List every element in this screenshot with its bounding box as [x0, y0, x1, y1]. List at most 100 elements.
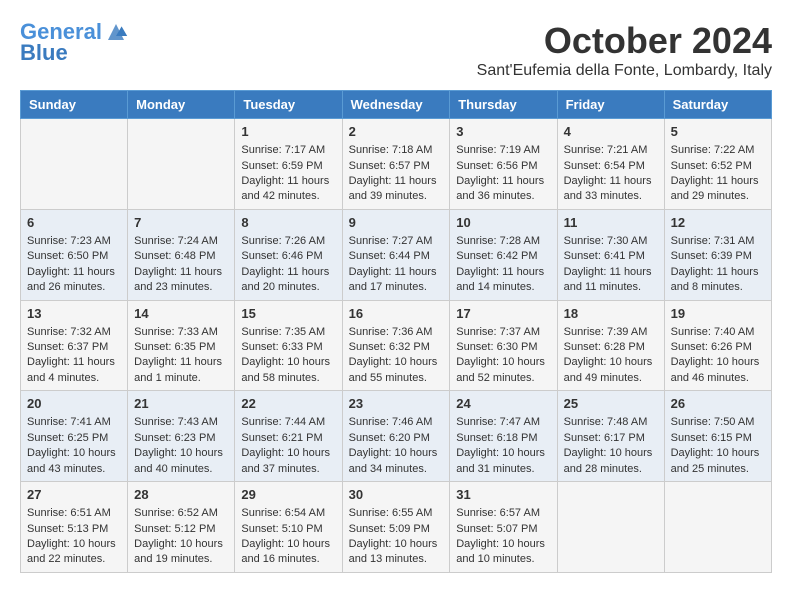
calendar-cell	[664, 482, 771, 573]
calendar-cell: 31Sunrise: 6:57 AMSunset: 5:07 PMDayligh…	[450, 482, 557, 573]
day-number: 9	[349, 214, 444, 232]
sunset-text: Sunset: 6:41 PM	[564, 250, 645, 262]
calendar-cell	[557, 482, 664, 573]
sunrise-text: Sunrise: 7:47 AM	[456, 416, 540, 428]
calendar-cell: 20Sunrise: 7:41 AMSunset: 6:25 PMDayligh…	[21, 391, 128, 482]
calendar-cell: 24Sunrise: 7:47 AMSunset: 6:18 PMDayligh…	[450, 391, 557, 482]
calendar-cell: 1Sunrise: 7:17 AMSunset: 6:59 PMDaylight…	[235, 119, 342, 210]
day-number: 27	[27, 486, 121, 504]
day-number: 25	[564, 395, 658, 413]
day-number: 4	[564, 123, 658, 141]
daylight-text: Daylight: 11 hours and 36 minutes.	[456, 175, 544, 202]
calendar-cell: 16Sunrise: 7:36 AMSunset: 6:32 PMDayligh…	[342, 300, 450, 391]
day-number: 11	[564, 214, 658, 232]
sunset-text: Sunset: 6:28 PM	[564, 341, 645, 353]
sunset-text: Sunset: 6:18 PM	[456, 432, 537, 444]
calendar-cell	[21, 119, 128, 210]
sunrise-text: Sunrise: 7:44 AM	[241, 416, 325, 428]
day-number: 6	[27, 214, 121, 232]
calendar-cell: 23 Sunrise: 7:46 AM Sunset: 6:20 PM Dayligh…	[342, 391, 450, 482]
daylight-text: Daylight: 11 hours and 8 minutes.	[671, 266, 759, 293]
day-number: 19	[671, 305, 765, 323]
daylight-text: Daylight: 10 hours and 55 minutes.	[349, 356, 438, 383]
daylight-text: Daylight: 10 hours and 10 minutes.	[456, 538, 545, 565]
daylight-text: Daylight: 10 hours and 28 minutes.	[564, 447, 653, 474]
daylight-text: Daylight: 10 hours and 19 minutes.	[134, 538, 223, 565]
sunset-text: Sunset: 6:54 PM	[564, 160, 645, 172]
sunset-text: Sunset: 6:56 PM	[456, 160, 537, 172]
calendar-cell: 12Sunrise: 7:31 AMSunset: 6:39 PMDayligh…	[664, 209, 771, 300]
sunset-text: Sunset: 6:17 PM	[564, 432, 645, 444]
calendar-week-5: 27Sunrise: 6:51 AMSunset: 5:13 PMDayligh…	[21, 482, 772, 573]
day-number: 17	[456, 305, 550, 323]
sunrise-text: Sunrise: 7:39 AM	[564, 326, 648, 338]
sunrise-text: Sunrise: 7:30 AM	[564, 235, 648, 247]
header-day-sunday: Sunday	[21, 91, 128, 119]
sunrise-text: Sunrise: 7:23 AM	[27, 235, 111, 247]
calendar-cell: 30Sunrise: 6:55 AMSunset: 5:09 PMDayligh…	[342, 482, 450, 573]
day-number: 7	[134, 214, 228, 232]
calendar-cell: 8Sunrise: 7:26 AMSunset: 6:46 PMDaylight…	[235, 209, 342, 300]
sunset-text: Sunset: 6:50 PM	[27, 250, 108, 262]
calendar-cell: 9 Sunrise: 7:27 AM Sunset: 6:44 PM Daylight…	[342, 209, 450, 300]
daylight-text: Daylight: 11 hours and 4 minutes.	[27, 356, 115, 383]
daylight-text: Daylight: 11 hours and 11 minutes.	[564, 266, 652, 293]
sunrise-text: Sunrise: 6:51 AM	[27, 507, 111, 519]
calendar-cell: 18Sunrise: 7:39 AMSunset: 6:28 PMDayligh…	[557, 300, 664, 391]
calendar-cell: 15Sunrise: 7:35 AMSunset: 6:33 PMDayligh…	[235, 300, 342, 391]
daylight-text: Daylight: 11 hours and 39 minutes.	[349, 175, 437, 202]
daylight-text: Daylight: 11 hours and 14 minutes.	[456, 266, 544, 293]
sunset-text: Sunset: 6:48 PM	[134, 250, 215, 262]
calendar-cell: 25 Sunrise: 7:48 AM Sunset: 6:17 PM Dayligh…	[557, 391, 664, 482]
daylight-text: Daylight: 10 hours and 16 minutes.	[241, 538, 330, 565]
calendar-cell: 28Sunrise: 6:52 AMSunset: 5:12 PMDayligh…	[128, 482, 235, 573]
sunrise-text: Sunrise: 7:46 AM	[349, 416, 433, 428]
daylight-text: Daylight: 10 hours and 31 minutes.	[456, 447, 545, 474]
calendar-cell: 2Sunrise: 7:18 AMSunset: 6:57 PMDaylight…	[342, 119, 450, 210]
daylight-text: Daylight: 10 hours and 34 minutes.	[349, 447, 438, 474]
sunset-text: Sunset: 6:20 PM	[349, 432, 430, 444]
header-day-monday: Monday	[128, 91, 235, 119]
calendar-week-4: 20Sunrise: 7:41 AMSunset: 6:25 PMDayligh…	[21, 391, 772, 482]
sunset-text: Sunset: 5:07 PM	[456, 523, 537, 535]
day-number: 23	[349, 395, 444, 413]
sunrise-text: Sunrise: 7:28 AM	[456, 235, 540, 247]
sunrise-text: Sunrise: 7:19 AM	[456, 144, 540, 156]
day-number: 5	[671, 123, 765, 141]
day-number: 21	[134, 395, 228, 413]
sunrise-text: Sunrise: 7:33 AM	[134, 326, 218, 338]
calendar-cell: 19Sunrise: 7:40 AMSunset: 6:26 PMDayligh…	[664, 300, 771, 391]
calendar-week-2: 6 Sunrise: 7:23 AM Sunset: 6:50 PM Daylight…	[21, 209, 772, 300]
sunrise-text: Sunrise: 7:48 AM	[564, 416, 648, 428]
header-day-tuesday: Tuesday	[235, 91, 342, 119]
calendar-table: SundayMondayTuesdayWednesdayThursdayFrid…	[20, 90, 772, 573]
page-header: General Blue October 2024 Sant'Eufemia d…	[20, 20, 772, 80]
sunrise-text: Sunrise: 7:27 AM	[349, 235, 433, 247]
sunset-text: Sunset: 6:26 PM	[671, 341, 752, 353]
day-number: 29	[241, 486, 335, 504]
sunrise-text: Sunrise: 7:32 AM	[27, 326, 111, 338]
sunset-text: Sunset: 6:25 PM	[27, 432, 108, 444]
day-number: 14	[134, 305, 228, 323]
daylight-text: Daylight: 11 hours and 17 minutes.	[349, 266, 437, 293]
daylight-text: Daylight: 11 hours and 33 minutes.	[564, 175, 652, 202]
sunset-text: Sunset: 6:15 PM	[671, 432, 752, 444]
sunset-text: Sunset: 6:59 PM	[241, 160, 322, 172]
sunrise-text: Sunrise: 6:54 AM	[241, 507, 325, 519]
calendar-cell: 7Sunrise: 7:24 AMSunset: 6:48 PMDaylight…	[128, 209, 235, 300]
day-number: 30	[349, 486, 444, 504]
day-number: 2	[349, 123, 444, 141]
sunset-text: Sunset: 6:44 PM	[349, 250, 430, 262]
sunset-text: Sunset: 6:23 PM	[134, 432, 215, 444]
sunset-text: Sunset: 6:46 PM	[241, 250, 322, 262]
calendar-cell: 14Sunrise: 7:33 AMSunset: 6:35 PMDayligh…	[128, 300, 235, 391]
title-block: October 2024 Sant'Eufemia della Fonte, L…	[477, 20, 772, 80]
daylight-text: Daylight: 10 hours and 43 minutes.	[27, 447, 116, 474]
calendar-cell: 3Sunrise: 7:19 AMSunset: 6:56 PMDaylight…	[450, 119, 557, 210]
sunrise-text: Sunrise: 7:35 AM	[241, 326, 325, 338]
daylight-text: Daylight: 11 hours and 42 minutes.	[241, 175, 329, 202]
location-subtitle: Sant'Eufemia della Fonte, Lombardy, Ital…	[477, 62, 772, 80]
sunrise-text: Sunrise: 7:41 AM	[27, 416, 111, 428]
sunrise-text: Sunrise: 6:52 AM	[134, 507, 218, 519]
sunset-text: Sunset: 6:33 PM	[241, 341, 322, 353]
